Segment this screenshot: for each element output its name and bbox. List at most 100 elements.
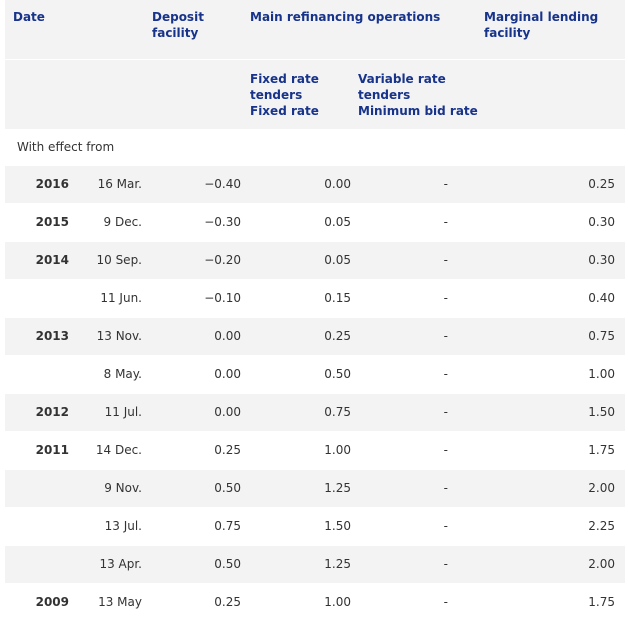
header-spacer xyxy=(5,58,242,129)
cell-minimum-bid-rate: - xyxy=(353,430,482,469)
header-marginal-lending-facility: Marginal lending facility xyxy=(482,0,625,59)
cell-minimum-bid-rate: - xyxy=(353,506,482,545)
cell-minimum-bid-rate: - xyxy=(353,354,482,393)
cell-year: 2011 xyxy=(5,430,75,469)
cell-marginal-lending: 0.30 xyxy=(482,202,625,241)
cell-minimum-bid-rate: - xyxy=(353,392,482,431)
header-variable-line1: Variable rate xyxy=(358,71,446,86)
header-marginal-line2: facility xyxy=(484,26,531,40)
header-variable-line2: tenders xyxy=(358,87,411,102)
cell-fixed-rate: 1.25 xyxy=(242,468,353,507)
cell-minimum-bid-rate: - xyxy=(353,468,482,507)
cell-year xyxy=(5,544,75,583)
table-row: 13 Apr. 0.50 1.25-2.00 xyxy=(5,544,625,583)
cell-marginal-lending: 1.00 xyxy=(482,354,625,393)
table-header: Date Deposit facility Main refinancing o… xyxy=(5,0,625,129)
cell-date: 13 Apr. xyxy=(75,544,145,583)
interest-rates-table: Date Deposit facility Main refinancing o… xyxy=(5,0,625,621)
table-row: 2011 14 Dec. 0.25 1.00-1.75 xyxy=(5,430,625,469)
cell-date: 11 Jul. xyxy=(75,392,145,431)
cell-fixed-rate: 0.75 xyxy=(242,392,353,431)
cell-date: 13 Nov. xyxy=(75,316,145,355)
cell-date: 13 Jul. xyxy=(75,506,145,545)
cell-deposit-facility: −0.30 xyxy=(145,202,242,241)
header-fixed-line2: tenders xyxy=(250,87,303,102)
header-fixed-line1: Fixed rate xyxy=(250,71,319,86)
cell-year xyxy=(5,278,75,317)
table-row: 2016 16 Mar. −0.40 0.00-0.25 xyxy=(5,164,625,203)
header-main-refinancing-operations: Main refinancing operations xyxy=(242,0,482,59)
cell-marginal-lending: 1.75 xyxy=(482,582,625,621)
cell-year: 2012 xyxy=(5,392,75,431)
cell-date: 16 Mar. xyxy=(75,164,145,203)
table-row: 8 May. 0.00 0.50-1.00 xyxy=(5,354,625,393)
cell-date: 8 May. xyxy=(75,354,145,393)
cell-minimum-bid-rate: - xyxy=(353,316,482,355)
cell-fixed-rate: 0.05 xyxy=(242,202,353,241)
cell-deposit-facility: −0.40 xyxy=(145,164,242,203)
cell-marginal-lending: 1.75 xyxy=(482,430,625,469)
table-row: 9 Nov. 0.50 1.25-2.00 xyxy=(5,468,625,507)
cell-minimum-bid-rate: - xyxy=(353,240,482,279)
cell-minimum-bid-rate: - xyxy=(353,544,482,583)
cell-year xyxy=(5,468,75,507)
cell-year: 2014 xyxy=(5,240,75,279)
section-label: With effect from xyxy=(5,128,625,165)
cell-fixed-rate: 0.15 xyxy=(242,278,353,317)
header-variable-line3: Minimum bid rate xyxy=(358,103,478,118)
cell-deposit-facility: 0.25 xyxy=(145,430,242,469)
cell-deposit-facility: 0.00 xyxy=(145,354,242,393)
table-row: 2012 11 Jul. 0.00 0.75-1.50 xyxy=(5,392,625,431)
cell-year xyxy=(5,506,75,545)
table-row: 2015 9 Dec. −0.30 0.05-0.30 xyxy=(5,202,625,241)
cell-date: 10 Sep. xyxy=(75,240,145,279)
table-row: 2014 10 Sep. −0.20 0.05-0.30 xyxy=(5,240,625,279)
cell-deposit-facility: 0.75 xyxy=(145,506,242,545)
cell-fixed-rate: 0.25 xyxy=(242,316,353,355)
cell-fixed-rate: 0.50 xyxy=(242,354,353,393)
cell-year: 2013 xyxy=(5,316,75,355)
cell-minimum-bid-rate: - xyxy=(353,164,482,203)
header-row-secondary: Fixed rate tenders Fixed rate Variable r… xyxy=(5,58,625,129)
header-marginal-line1: Marginal lending xyxy=(484,10,599,24)
cell-date: 9 Nov. xyxy=(75,468,145,507)
table-row: 2013 13 Nov. 0.00 0.25-0.75 xyxy=(5,316,625,355)
cell-deposit-facility: −0.10 xyxy=(145,278,242,317)
cell-marginal-lending: 0.30 xyxy=(482,240,625,279)
cell-deposit-facility: 0.50 xyxy=(145,544,242,583)
cell-year: 2016 xyxy=(5,164,75,203)
cell-marginal-lending: 0.25 xyxy=(482,164,625,203)
header-fixed-rate-tenders: Fixed rate tenders Fixed rate xyxy=(242,58,353,129)
table-row: 11 Jun. −0.10 0.15-0.40 xyxy=(5,278,625,317)
cell-date: 11 Jun. xyxy=(75,278,145,317)
cell-fixed-rate: 0.00 xyxy=(242,164,353,203)
cell-fixed-rate: 1.25 xyxy=(242,544,353,583)
table-row: 13 Jul. 0.75 1.50-2.25 xyxy=(5,506,625,545)
header-variable-rate-tenders: Variable rate tenders Minimum bid rate xyxy=(353,58,625,129)
header-date: Date xyxy=(5,0,145,59)
cell-deposit-facility: −0.20 xyxy=(145,240,242,279)
cell-year: 2009 xyxy=(5,582,75,621)
cell-marginal-lending: 0.40 xyxy=(482,278,625,317)
cell-deposit-facility: 0.25 xyxy=(145,582,242,621)
cell-date: 9 Dec. xyxy=(75,202,145,241)
header-deposit-facility: Deposit facility xyxy=(145,0,242,59)
cell-marginal-lending: 0.75 xyxy=(482,316,625,355)
cell-deposit-facility: 0.00 xyxy=(145,392,242,431)
rates-table-container: Date Deposit facility Main refinancing o… xyxy=(0,0,628,621)
cell-date: 14 Dec. xyxy=(75,430,145,469)
header-row-primary: Date Deposit facility Main refinancing o… xyxy=(5,0,625,59)
cell-deposit-facility: 0.50 xyxy=(145,468,242,507)
cell-marginal-lending: 2.00 xyxy=(482,468,625,507)
table-body: With effect from 2016 16 Mar. −0.40 0.00-0.… xyxy=(5,128,625,621)
cell-date: 13 May xyxy=(75,582,145,621)
cell-deposit-facility: 0.00 xyxy=(145,316,242,355)
cell-fixed-rate: 1.50 xyxy=(242,506,353,545)
cell-minimum-bid-rate: - xyxy=(353,278,482,317)
cell-minimum-bid-rate: - xyxy=(353,202,482,241)
cell-fixed-rate: 0.05 xyxy=(242,240,353,279)
table-row: 2009 13 May 0.25 1.00-1.75 xyxy=(5,582,625,621)
cell-marginal-lending: 1.50 xyxy=(482,392,625,431)
cell-minimum-bid-rate: - xyxy=(353,582,482,621)
header-fixed-line3: Fixed rate xyxy=(250,103,319,118)
